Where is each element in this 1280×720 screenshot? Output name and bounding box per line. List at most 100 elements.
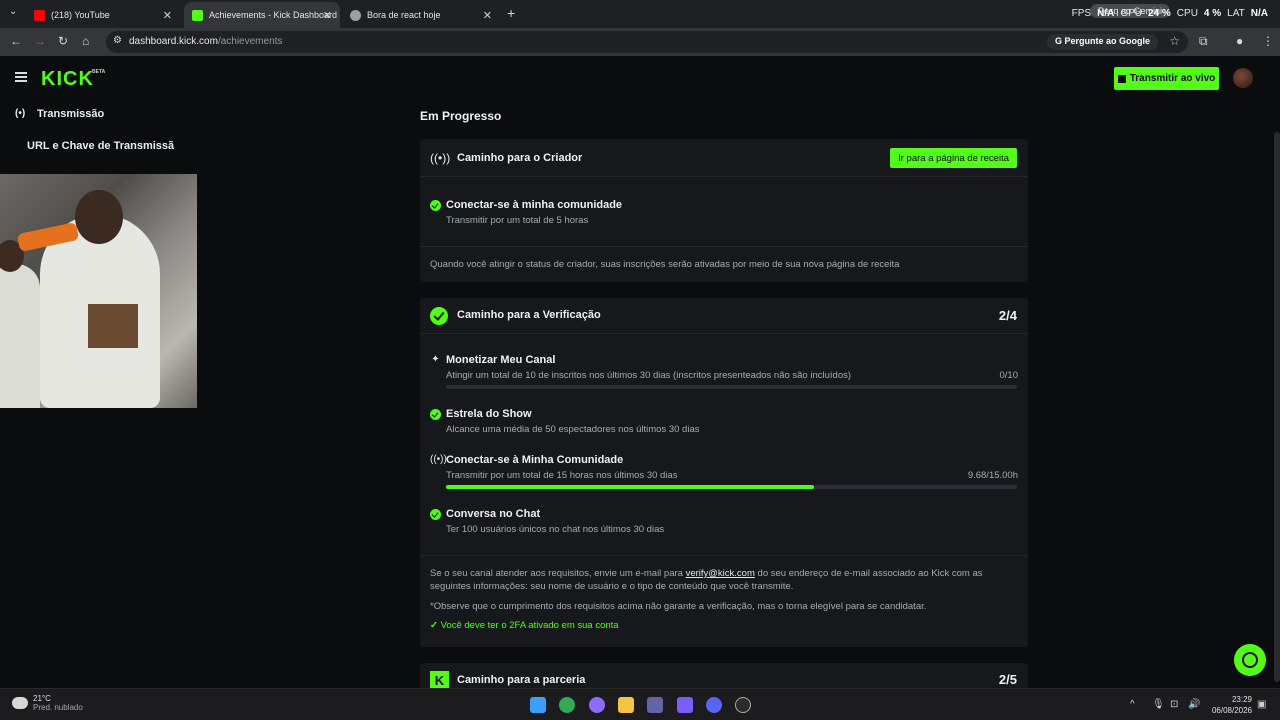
checkmark-icon: ✓	[430, 620, 441, 631]
kick-icon	[192, 9, 203, 21]
weather-desc: Pred. nublado	[33, 703, 83, 712]
tab-kick-dashboard[interactable]: Achievements - Kick Dashboard ✕	[184, 2, 340, 28]
menu-dots-icon[interactable]: ⋮	[1262, 34, 1274, 48]
lat-value: N/A	[1250, 8, 1268, 19]
broadcast-icon: ((•))	[430, 454, 447, 465]
sparkle-icon: ✦	[431, 354, 440, 365]
bookmark-star-icon[interactable]: ☆	[1169, 34, 1180, 48]
verification-card-header: Caminho para a Verificação 2/4	[420, 298, 1028, 334]
site-info-icon[interactable]: ⚙	[113, 35, 122, 46]
profile-icon[interactable]: ●	[1236, 34, 1243, 48]
partner-count: 2/5	[998, 672, 1017, 687]
verification-card-title: Caminho para a Verificação	[457, 309, 601, 321]
weather-widget[interactable]: 21°C Pred. nublado	[33, 694, 83, 712]
partner-card-header: K Caminho para a parceria 2/5	[420, 663, 1028, 688]
youtube-icon	[34, 9, 45, 21]
requirement-value: 0/10	[999, 370, 1019, 381]
home-icon[interactable]: ⌂	[82, 34, 89, 48]
verification-disclaimer: *Observe que o cumprimento dos requisito…	[430, 601, 927, 612]
browser-toolbar: ← → ↻ ⌂ ⚙ dashboard.kick.com/achievement…	[0, 28, 1280, 56]
requirement-value: 9.68/15.00h	[967, 470, 1018, 481]
webcam-person-left	[0, 264, 40, 408]
creator-path-card: ((•)) Caminho para o Criador Ir para a p…	[420, 139, 1028, 282]
reload-icon[interactable]: ↻	[58, 34, 68, 48]
url-text[interactable]: dashboard.kick.com/achievements	[129, 36, 282, 47]
sidebar-item-url-key[interactable]: URL e Chave de Transmissã	[27, 140, 174, 152]
support-chat-button[interactable]	[1234, 644, 1266, 676]
creator-card-title: Caminho para o Criador	[457, 152, 583, 164]
volume-icon[interactable]: 🔊	[1188, 699, 1200, 710]
page-title: Em Progresso	[420, 109, 502, 123]
requirement-desc: Transmitir por um total de 15 horas nos …	[446, 470, 678, 481]
partner-card-title: Caminho para a parceria	[457, 674, 586, 686]
forward-icon[interactable]: →	[34, 34, 46, 48]
performance-overlay: FPS N/A GPU 24 % CPU 4 % LAT N/A	[1072, 8, 1268, 19]
discord-icon[interactable]	[706, 697, 722, 713]
network-icon[interactable]: ⊡	[1170, 699, 1178, 710]
google-ask-button[interactable]: G Pergunte ao Google	[1046, 34, 1158, 50]
kick-logo[interactable]: KICK	[41, 68, 94, 91]
broadcast-icon: (•)	[15, 108, 26, 119]
browser-tabstrip: ⌄ (218) YouTube ✕ Achievements - Kick Da…	[0, 0, 1280, 28]
new-tab-button[interactable]: +	[507, 5, 515, 21]
revenue-page-button[interactable]: Ir para a página de receita	[890, 148, 1017, 168]
kick-k-icon: K	[430, 671, 449, 688]
tab-react[interactable]: Bora de react hoje ✕	[342, 2, 500, 28]
creator-note: Quando você atingir o status de criador,…	[430, 259, 900, 270]
user-avatar[interactable]	[1233, 68, 1253, 88]
requirement-title: Estrela do Show	[446, 408, 532, 420]
hamburger-menu-icon[interactable]	[15, 72, 27, 82]
requirement-title: Conversa no Chat	[446, 508, 541, 520]
back-icon[interactable]: ←	[10, 34, 22, 48]
windows-start-icon[interactable]	[530, 697, 546, 713]
close-tab-icon[interactable]: ✕	[163, 9, 172, 22]
lat-label: LAT	[1227, 8, 1245, 19]
broadcast-icon: ((•))	[430, 151, 451, 165]
tab-label: Achievements - Kick Dashboard	[209, 10, 338, 20]
note-text-start: Se o seu canal atender aos requisitos, e…	[430, 568, 686, 579]
requirement-desc: Atingir um total de 10 de inscritos nos …	[446, 370, 852, 381]
requirement-desc: Transmitir por um total de 5 horas	[446, 215, 589, 226]
copilot-icon[interactable]	[589, 697, 605, 713]
check-circle-icon	[430, 409, 441, 420]
webcam-person-head	[75, 190, 123, 244]
close-tab-icon[interactable]: ✕	[323, 9, 332, 22]
gpu-value: 24 %	[1148, 8, 1171, 19]
requirement-desc: Alcance uma média de 50 espectadores nos…	[446, 424, 700, 435]
requirement-title: Conectar-se à Minha Comunidade	[446, 454, 624, 466]
progress-fill	[446, 485, 815, 489]
twofa-requirement: ✓ Você deve ter o 2FA ativado em sua con…	[430, 620, 619, 631]
tab-list-chevron-icon[interactable]: ⌄	[9, 6, 17, 17]
cpu-label: CPU	[1176, 8, 1198, 19]
close-tab-icon[interactable]: ✕	[483, 9, 492, 22]
obs-icon[interactable]	[735, 697, 751, 713]
teams-icon[interactable]	[647, 697, 663, 713]
fps-label: FPS	[1071, 8, 1092, 19]
go-live-label: Transmitir ao vivo	[1129, 73, 1216, 84]
verification-count: 2/4	[998, 308, 1017, 323]
partner-path-card: K Caminho para a parceria 2/5	[420, 663, 1028, 688]
app-icon[interactable]	[677, 697, 693, 713]
progress-bar	[446, 385, 1017, 389]
tab-youtube[interactable]: (218) YouTube ✕	[26, 2, 180, 28]
sidebar-item-transmissao[interactable]: Transmissão	[37, 108, 104, 120]
extensions-icon[interactable]: ⧉	[1199, 34, 1208, 49]
chrome-icon[interactable]	[559, 697, 575, 713]
url-path: /achievements	[217, 36, 283, 47]
divider	[420, 246, 1028, 247]
file-explorer-icon[interactable]	[618, 697, 634, 713]
verify-email-link[interactable]: verify@kick.com	[686, 568, 755, 579]
system-clock[interactable]: 23:29 06/08/2026	[1212, 694, 1252, 716]
tab-label: (218) YouTube	[51, 10, 110, 20]
tray-chevron-icon[interactable]: ^	[1130, 699, 1135, 710]
address-bar[interactable]: ⚙ dashboard.kick.com/achievements G Perg…	[106, 31, 1188, 53]
notification-icon[interactable]: ▣	[1257, 699, 1266, 710]
verification-note: Se o seu canal atender aos requisitos, e…	[430, 567, 1020, 593]
microphone-icon[interactable]: 🎙	[1152, 699, 1165, 710]
requirement-title: Conectar-se à minha comunidade	[446, 199, 623, 211]
beta-badge: BETA	[92, 69, 106, 75]
twofa-text: Você deve ter o 2FA ativado em sua conta	[440, 620, 619, 631]
requirement-desc: Ter 100 usuários únicos no chat nos últi…	[446, 524, 665, 535]
go-live-button[interactable]: Transmitir ao vivo	[1114, 67, 1219, 90]
page-scrollbar[interactable]	[1274, 132, 1280, 682]
